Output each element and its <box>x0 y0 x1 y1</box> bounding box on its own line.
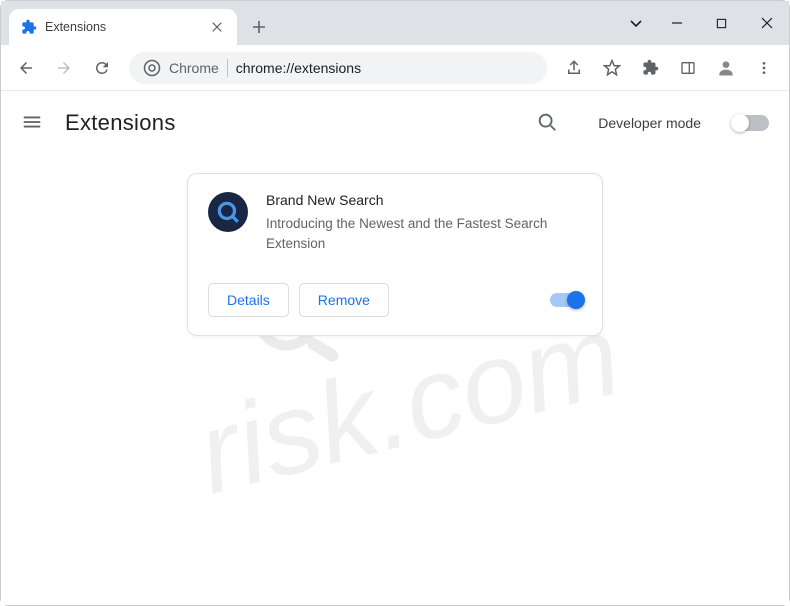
developer-mode-toggle[interactable] <box>733 115 769 131</box>
tab-search-button[interactable] <box>618 6 654 40</box>
window-titlebar: Extensions <box>1 1 789 45</box>
search-button[interactable] <box>536 111 560 135</box>
back-button[interactable] <box>9 51 43 85</box>
close-window-button[interactable] <box>744 6 789 40</box>
extension-card: Brand New Search Introducing the Newest … <box>187 173 603 336</box>
profile-button[interactable] <box>709 51 743 85</box>
tab-title: Extensions <box>45 20 201 34</box>
address-bar[interactable]: Chrome chrome://extensions <box>129 52 547 84</box>
maximize-button[interactable] <box>699 6 744 40</box>
bookmark-button[interactable] <box>595 51 629 85</box>
page-title: Extensions <box>65 110 516 136</box>
share-button[interactable] <box>557 51 591 85</box>
page-content: PCrisk.com Extensions Developer mode Bra… <box>1 91 789 605</box>
address-url: chrome://extensions <box>236 60 533 76</box>
address-origin-label: Chrome <box>169 60 219 76</box>
hamburger-menu-button[interactable] <box>21 111 45 135</box>
extension-description: Introducing the Newest and the Fastest S… <box>266 214 582 255</box>
menu-button[interactable] <box>747 51 781 85</box>
new-tab-button[interactable] <box>245 13 273 41</box>
sidepanel-button[interactable] <box>671 51 705 85</box>
browser-toolbar: Chrome chrome://extensions <box>1 45 789 91</box>
puzzle-icon <box>21 19 37 35</box>
extension-name: Brand New Search <box>266 192 582 208</box>
chrome-icon <box>143 59 161 77</box>
extensions-header: Extensions Developer mode <box>1 91 789 155</box>
extensions-icon[interactable] <box>633 51 667 85</box>
close-tab-button[interactable] <box>209 19 225 35</box>
remove-button[interactable]: Remove <box>299 283 389 317</box>
reload-button[interactable] <box>85 51 119 85</box>
details-button[interactable]: Details <box>208 283 289 317</box>
forward-button[interactable] <box>47 51 81 85</box>
browser-tab[interactable]: Extensions <box>9 9 237 45</box>
extension-enable-toggle[interactable] <box>550 293 582 307</box>
minimize-button[interactable] <box>654 6 699 40</box>
extension-icon <box>208 192 248 232</box>
developer-mode-label: Developer mode <box>598 115 701 131</box>
tab-strip: Extensions <box>1 1 618 45</box>
address-separator <box>227 59 228 77</box>
window-controls <box>618 1 789 45</box>
